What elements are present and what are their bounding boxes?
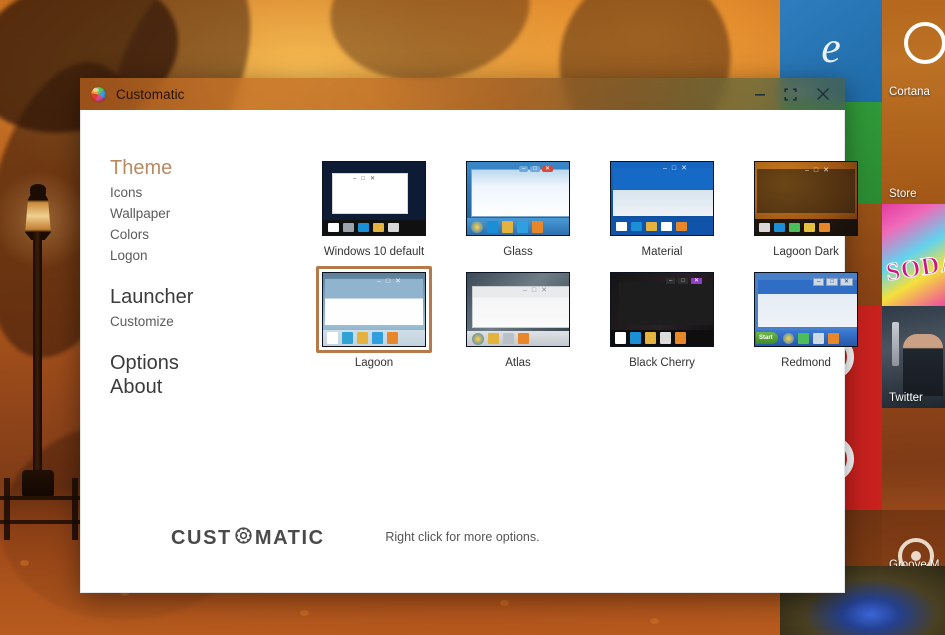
theme-label: Redmond bbox=[748, 357, 864, 369]
hint-text: Right click for more options. bbox=[81, 530, 844, 544]
customatic-window: Customatic Theme Icons Wallpaper Colors bbox=[80, 78, 845, 593]
theme-thumbnail: –□✕ bbox=[610, 161, 714, 236]
theme-card-atlas[interactable]: –□✕ Atlas bbox=[460, 266, 576, 369]
tile-candy-crush-soda[interactable]: SODA bbox=[882, 204, 945, 306]
tile-label: Store bbox=[889, 188, 917, 200]
customatic-orb-icon bbox=[91, 87, 106, 102]
thumbnail-frame: – □ ✕ bbox=[604, 266, 720, 353]
thumbnail-frame: –□✕ bbox=[604, 155, 720, 242]
sidebar-item-colors[interactable]: Colors bbox=[110, 224, 266, 245]
theme-label: Windows 10 default bbox=[316, 246, 432, 258]
sidebar-heading-about[interactable]: About bbox=[110, 377, 266, 398]
thumbnail-frame-selected: –□✕ bbox=[316, 266, 432, 353]
theme-card-glass[interactable]: – □ ✕ Glass bbox=[460, 155, 576, 258]
fence-post bbox=[72, 478, 78, 540]
thumbnail-frame: – □ ✕ Start bbox=[748, 266, 864, 353]
leaf bbox=[500, 600, 509, 606]
tile-twitter[interactable]: Twitter bbox=[882, 306, 945, 408]
theme-card-lagoon-dark[interactable]: –□✕ Lagoon Dark bbox=[748, 155, 864, 258]
window-controls bbox=[745, 78, 845, 110]
leaf bbox=[300, 610, 309, 616]
theme-label: Atlas bbox=[460, 357, 576, 369]
thumbnail-frame: –□✕ bbox=[748, 155, 864, 242]
lamp-post-icon bbox=[22, 470, 54, 496]
soda-logo-text: SODA bbox=[884, 248, 945, 287]
thumbnail-frame: –□✕ bbox=[460, 266, 576, 353]
close-button[interactable] bbox=[805, 78, 841, 110]
lamp-post-icon bbox=[33, 232, 42, 492]
minimize-button[interactable] bbox=[745, 78, 775, 110]
fence-post bbox=[4, 478, 10, 540]
theme-grid: –□✕ Windows 10 default bbox=[316, 155, 828, 369]
maximize-button[interactable] bbox=[775, 78, 805, 110]
window-title: Customatic bbox=[116, 87, 185, 102]
person-photo bbox=[903, 334, 943, 396]
theme-card-windows-10-default[interactable]: –□✕ Windows 10 default bbox=[316, 155, 432, 258]
sidebar-item-wallpaper[interactable]: Wallpaper bbox=[110, 203, 266, 224]
theme-thumbnail: –□✕ bbox=[322, 161, 426, 236]
cortana-icon bbox=[904, 22, 945, 64]
tile-label: Cortana bbox=[889, 86, 930, 98]
window-titlebar[interactable]: Customatic bbox=[80, 78, 845, 110]
theme-thumbnail: –□✕ bbox=[466, 272, 570, 347]
theme-label: Black Cherry bbox=[604, 357, 720, 369]
theme-label: Material bbox=[604, 246, 720, 258]
theme-thumbnail: – □ ✕ bbox=[610, 272, 714, 347]
sidebar-item-customize[interactable]: Customize bbox=[110, 311, 266, 332]
sidebar-item-icons[interactable]: Icons bbox=[110, 182, 266, 203]
microphone-icon bbox=[892, 322, 899, 366]
theme-thumbnail: – □ ✕ Start bbox=[754, 272, 858, 347]
theme-label: Glass bbox=[460, 246, 576, 258]
sidebar-item-logon[interactable]: Logon bbox=[110, 245, 266, 266]
theme-label: Lagoon Dark bbox=[748, 246, 864, 258]
sidebar-spacer bbox=[110, 332, 266, 353]
tile-label: Twitter bbox=[889, 392, 923, 404]
sidebar-nav: Theme Icons Wallpaper Colors Logon Launc… bbox=[81, 110, 266, 401]
theme-thumbnail: –□✕ bbox=[322, 272, 426, 347]
theme-card-lagoon[interactable]: –□✕ Lagoon bbox=[316, 266, 432, 369]
theme-label: Lagoon bbox=[316, 357, 432, 369]
theme-thumbnail: – □ ✕ bbox=[466, 161, 570, 236]
thumbnail-frame: – □ ✕ bbox=[460, 155, 576, 242]
sidebar-heading-launcher[interactable]: Launcher bbox=[110, 287, 266, 308]
thumbnail-frame: –□✕ bbox=[316, 155, 432, 242]
sidebar-heading-options[interactable]: Options bbox=[110, 353, 266, 374]
sidebar-spacer bbox=[110, 266, 266, 287]
theme-thumbnail: –□✕ bbox=[754, 161, 858, 236]
theme-card-redmond[interactable]: – □ ✕ Start Redmond bbox=[748, 266, 864, 369]
theme-card-black-cherry[interactable]: – □ ✕ Black Cherry bbox=[604, 266, 720, 369]
leaf bbox=[650, 618, 659, 624]
leaf bbox=[20, 560, 29, 566]
edge-icon: e bbox=[821, 26, 841, 70]
theme-card-material[interactable]: –□✕ Material bbox=[604, 155, 720, 258]
window-body: Theme Icons Wallpaper Colors Logon Launc… bbox=[80, 110, 845, 593]
tile-cortana[interactable]: Cortana bbox=[882, 0, 945, 102]
tile-store[interactable]: Store bbox=[882, 102, 945, 204]
xp-start-button: Start bbox=[756, 332, 778, 344]
sidebar-heading-theme[interactable]: Theme bbox=[110, 158, 266, 179]
